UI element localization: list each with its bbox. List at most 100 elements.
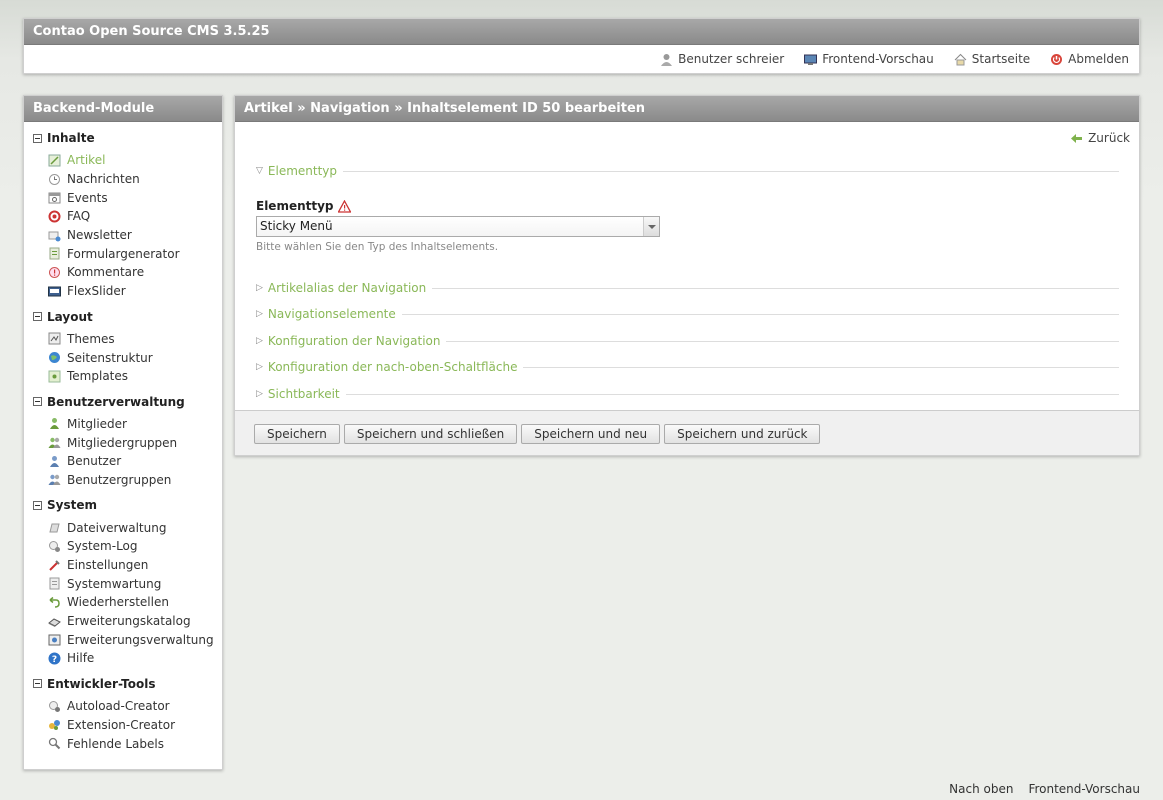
- sidebar-group-toggle[interactable]: Layout: [24, 310, 222, 324]
- submit-bar: Speichern Speichern und schließen Speicher…: [235, 410, 1139, 455]
- sidebar-item-benutzergruppen[interactable]: Benutzergruppen: [24, 471, 222, 490]
- logout-link-label: Abmelden: [1068, 52, 1129, 66]
- app-title: Contao Open Source CMS 3.5.25: [24, 19, 1139, 45]
- sidebar-item-list: Autoload-Creator Extension-Creator Fehlend…: [24, 697, 222, 753]
- back-link-label: Zurück: [1088, 131, 1130, 145]
- form-icon: [48, 247, 61, 260]
- sidebar-item-newsletter[interactable]: Newsletter: [24, 226, 222, 245]
- save-and-back-button[interactable]: Speichern und zurück: [664, 424, 821, 444]
- sidebar-item-label: Erweiterungskatalog: [67, 614, 191, 629]
- sidebar-title: Backend-Module: [24, 96, 222, 122]
- legend-divider: [523, 366, 1119, 368]
- collapsed-triangle-icon: ▷: [256, 362, 263, 372]
- sidebar-item-events[interactable]: Events: [24, 188, 222, 207]
- collapse-icon: [33, 679, 42, 689]
- sidebar-group-title: Layout: [47, 309, 93, 324]
- legend-elementtyp[interactable]: ▽ Elementtyp: [256, 164, 1119, 178]
- sidebar-item-nachrichten[interactable]: Nachrichten: [24, 170, 222, 189]
- legend-section-label: Artikelalias der Navigation: [267, 281, 427, 295]
- sidebar-item-artikel[interactable]: Artikel: [24, 151, 222, 170]
- user-link[interactable]: Benutzer schreier: [660, 52, 784, 66]
- calendar-icon: [48, 191, 61, 204]
- catalog-icon: [48, 615, 61, 628]
- sidebar-item-label: Dateiverwaltung: [67, 520, 167, 535]
- user-icon: [48, 455, 61, 468]
- legend-divider: [401, 313, 1119, 315]
- extension-icon: [48, 633, 61, 646]
- sidebar-item-label: Wiederherstellen: [67, 595, 169, 610]
- legend-section[interactable]: ▷ Navigationselemente: [256, 307, 1119, 321]
- sidebar-item-label: Kommentare: [67, 265, 145, 280]
- home-link-label: Startseite: [971, 52, 1031, 66]
- sidebar-item-list: Dateiverwaltung System-Log Einstellungen Sy…: [24, 518, 222, 668]
- sidebar-item-themes[interactable]: Themes: [24, 330, 222, 349]
- sidebar-group-title: System: [47, 498, 97, 513]
- slider-icon: [48, 285, 61, 298]
- field-label-text: Elementtyp: [256, 199, 334, 213]
- help-text: Bitte wählen Sie den Typ des Inhaltselem…: [256, 241, 499, 253]
- sidebar-item-list: Themes Seitenstruktur Templates: [24, 330, 222, 386]
- back-link[interactable]: Zurück: [1070, 131, 1130, 145]
- log-icon: [48, 540, 61, 553]
- sidebar-group-inhalte: Inhalte Artikel Nachrichten Events FAQ Newsle…: [24, 131, 222, 301]
- submit-buttons: Speichern Speichern und schließen Speicher…: [254, 424, 821, 444]
- faq-icon: [48, 210, 61, 223]
- sidebar-item-templates[interactable]: Templates: [24, 367, 222, 386]
- sidebar-item-formulargenerator[interactable]: Formulargenerator: [24, 244, 222, 263]
- globe-icon: [48, 351, 61, 364]
- sidebar-item-kommentare[interactable]: Kommentare: [24, 263, 222, 282]
- save-and-new-button[interactable]: Speichern und neu: [521, 424, 661, 444]
- save-and-close-button[interactable]: Speichern und schließen: [343, 424, 518, 444]
- home-link[interactable]: Startseite: [954, 52, 1030, 66]
- template-icon: [48, 370, 61, 383]
- sidebar-item-mitgliedergruppen[interactable]: Mitgliedergruppen: [24, 433, 222, 452]
- back-to-top-link[interactable]: Nach oben: [949, 782, 1013, 796]
- sidebar-item-dateiverwaltung[interactable]: Dateiverwaltung: [24, 518, 222, 537]
- sidebar-group-toggle[interactable]: Inhalte: [24, 131, 222, 145]
- sidebar-item-extension-creator[interactable]: Extension-Creator: [24, 716, 222, 735]
- sidebar-item-faq[interactable]: FAQ: [24, 207, 222, 226]
- sidebar-group-toggle[interactable]: Benutzerverwaltung: [24, 395, 222, 409]
- sidebar-item-erweiterungskatalog[interactable]: Erweiterungskatalog: [24, 612, 222, 631]
- sidebar-item-flexslider[interactable]: FlexSlider: [24, 282, 222, 301]
- sidebar-group-system: System Dateiverwaltung System-Log Einstellu…: [24, 498, 222, 668]
- undo-icon: [48, 596, 61, 609]
- sidebar-item-list: Mitglieder Mitgliedergruppen Benutzer Benut…: [24, 415, 222, 490]
- sidebar-item-system-log[interactable]: System-Log: [24, 537, 222, 556]
- files-icon: [48, 521, 61, 534]
- sidebar-item-erweiterungsverwaltung[interactable]: Erweiterungsverwaltung: [24, 630, 222, 649]
- sidebar-item-fehlende-labels[interactable]: Fehlende Labels: [24, 734, 222, 753]
- footer-preview-link[interactable]: Frontend-Vorschau: [1028, 782, 1140, 796]
- sidebar-group-toggle[interactable]: System: [24, 498, 222, 512]
- sidebar-item-einstellungen[interactable]: Einstellungen: [24, 556, 222, 575]
- legend-section[interactable]: ▷ Artikelalias der Navigation: [256, 281, 1119, 295]
- legend-section[interactable]: ▷ Konfiguration der Navigation: [256, 334, 1119, 348]
- sidebar-item-autoload-creator[interactable]: Autoload-Creator: [24, 697, 222, 716]
- sidebar-item-label: Artikel: [67, 153, 106, 168]
- sidebar-item-mitglieder[interactable]: Mitglieder: [24, 415, 222, 434]
- chevron-down-icon[interactable]: [643, 217, 659, 236]
- logout-link[interactable]: Abmelden: [1050, 52, 1129, 66]
- legend-section[interactable]: ▷ Konfiguration der nach-oben-Schaltfläch…: [256, 360, 1119, 374]
- main-panel: Artikel » Navigation » Inhaltselement ID…: [234, 95, 1140, 456]
- sidebar-item-label: Benutzergruppen: [67, 472, 172, 487]
- sidebar-item-hilfe[interactable]: ? Hilfe: [24, 649, 222, 668]
- frontend-preview-label: Frontend-Vorschau: [822, 52, 934, 66]
- page-footer: Nach oben Frontend-Vorschau: [949, 782, 1140, 796]
- sidebar-item-seitenstruktur[interactable]: Seitenstruktur: [24, 348, 222, 367]
- legend-section-label: Konfiguration der nach-oben-Schaltfläche: [267, 360, 518, 374]
- save-button[interactable]: Speichern: [254, 424, 340, 444]
- legend-section[interactable]: ▷ Sichtbarkeit: [256, 387, 1119, 401]
- legend-divider: [432, 287, 1119, 289]
- sidebar-item-systemwartung[interactable]: Systemwartung: [24, 574, 222, 593]
- sidebar: Backend-Module Inhalte Artikel Nachrichten…: [23, 95, 223, 770]
- sidebar-group-toggle[interactable]: Entwickler-Tools: [24, 677, 222, 691]
- sidebar-group-title: Entwickler-Tools: [47, 676, 156, 691]
- sidebar-item-benutzer[interactable]: Benutzer: [24, 452, 222, 471]
- warning-icon: [336, 199, 352, 213]
- collapsed-triangle-icon: ▷: [256, 389, 263, 399]
- elementtyp-select[interactable]: Sticky Menü: [256, 216, 660, 237]
- sidebar-item-wiederherstellen[interactable]: Wiederherstellen: [24, 593, 222, 612]
- field-label: Elementtyp: [256, 199, 352, 213]
- frontend-preview-link[interactable]: Frontend-Vorschau: [804, 52, 934, 66]
